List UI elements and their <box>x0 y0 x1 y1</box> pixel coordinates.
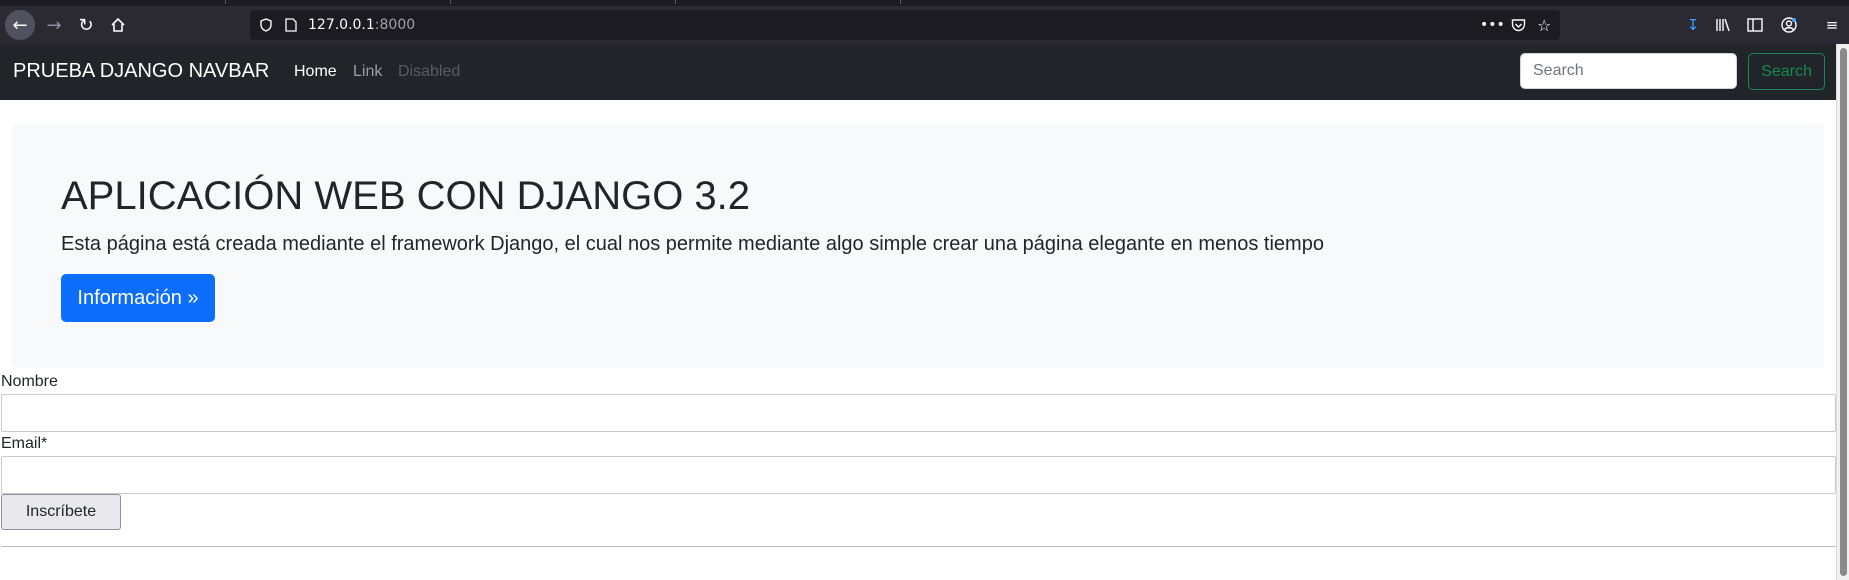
shield-icon <box>260 18 272 32</box>
divider <box>1 546 1836 547</box>
hamburger-menu-icon: ≡ <box>1825 16 1839 34</box>
search-button[interactable]: Search <box>1748 53 1825 90</box>
url-port: :8000 <box>374 17 416 33</box>
page-info-button[interactable] <box>285 10 297 40</box>
nav-link-link[interactable]: Link <box>353 63 382 81</box>
sidebar-button[interactable] <box>1742 12 1768 38</box>
subscribe-button[interactable]: Inscríbete <box>1 494 121 530</box>
forward-button[interactable]: → <box>39 10 69 40</box>
account-icon <box>1781 17 1797 33</box>
star-icon: ☆ <box>1537 15 1552 35</box>
downloads-button[interactable]: ↧ <box>1680 12 1706 38</box>
url-bar[interactable]: 127.0.0.1:8000 ••• ☆ <box>250 10 1560 40</box>
arrow-right-icon: → <box>46 14 62 36</box>
jumbotron-lead: Esta página está creada mediante el fram… <box>61 233 1324 255</box>
tab-separator <box>675 0 676 4</box>
tab-separator <box>450 0 451 4</box>
arrow-left-icon: ← <box>12 14 28 36</box>
page-scrollbar[interactable] <box>1836 44 1849 580</box>
nav-link-disabled: Disabled <box>398 63 461 80</box>
jumbotron: APLICACIÓN WEB CON DJANGO 3.2 Esta págin… <box>12 124 1824 368</box>
download-icon: ↧ <box>1686 16 1700 34</box>
info-button[interactable]: Información » <box>61 274 215 322</box>
page-icon <box>285 18 297 32</box>
reload-button[interactable]: ↻ <box>71 10 101 40</box>
reload-icon: ↻ <box>78 14 94 36</box>
navbar-brand[interactable]: PRUEBA DJANGO NAVBAR <box>13 60 269 83</box>
tab-separator <box>225 0 226 4</box>
url-text[interactable]: 127.0.0.1:8000 <box>308 17 415 33</box>
tab-separator <box>900 0 901 4</box>
site-navbar: PRUEBA DJANGO NAVBAR Home Link Disabled … <box>0 44 1836 100</box>
search-input[interactable] <box>1520 53 1737 89</box>
library-icon <box>1716 18 1730 32</box>
bookmark-button[interactable]: ☆ <box>1537 10 1551 40</box>
tracking-protection-button[interactable] <box>259 10 273 40</box>
pocket-button[interactable] <box>1511 10 1526 40</box>
back-button[interactable]: ← <box>5 10 35 40</box>
account-button[interactable] <box>1776 12 1802 38</box>
home-button[interactable] <box>103 10 133 40</box>
email-input[interactable] <box>1 456 1836 494</box>
ellipsis-icon: ••• <box>1480 17 1505 33</box>
nombre-input[interactable] <box>1 394 1836 432</box>
nav-link-home[interactable]: Home <box>294 63 337 81</box>
page-actions-button[interactable]: ••• <box>1480 10 1505 40</box>
jumbotron-title: APLICACIÓN WEB CON DJANGO 3.2 <box>61 174 751 218</box>
scrollbar-thumb[interactable] <box>1840 48 1847 576</box>
menu-button[interactable]: ≡ <box>1819 12 1845 38</box>
pocket-icon <box>1511 19 1526 32</box>
sidebar-icon <box>1747 18 1763 32</box>
browser-toolbar: ← → ↻ 127.0.0.1:8000 ••• ☆ ↧ ≡ <box>0 6 1849 44</box>
email-label: Email* <box>1 435 48 452</box>
library-button[interactable] <box>1710 12 1736 38</box>
url-host: 127.0.0.1 <box>308 17 375 33</box>
home-icon <box>111 17 125 32</box>
nombre-label: Nombre <box>1 373 58 390</box>
